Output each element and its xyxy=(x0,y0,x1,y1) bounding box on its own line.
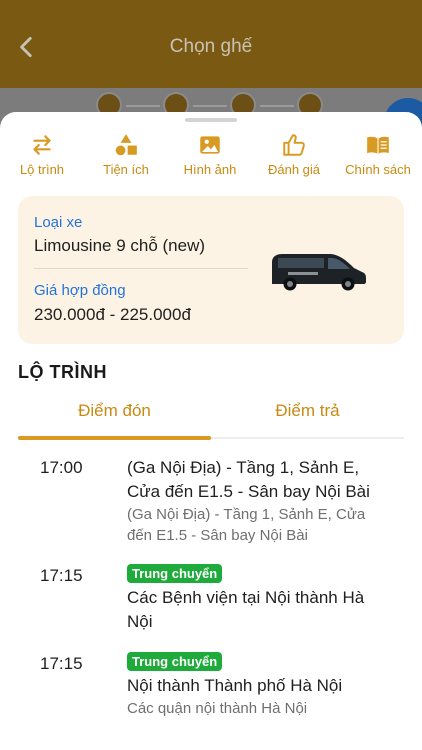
tab-reviews[interactable]: Đánh giá xyxy=(252,132,336,194)
stop-name: Nội thành Thành phố Hà Nội xyxy=(127,676,343,695)
vehicle-type-value: Limousine 9 chỗ (new) xyxy=(34,236,206,255)
info-tabs: Lộ trình Tiện ích Hình ảnh Đánh giá Chín… xyxy=(0,132,422,194)
price-label: Giá hợp đồng xyxy=(34,282,126,299)
thumbs-up-icon xyxy=(283,134,305,156)
vehicle-type-label: Loại xe xyxy=(34,214,83,231)
stop-time: 17:15 xyxy=(40,654,83,673)
price-value: 230.000đ - 225.000đ xyxy=(34,305,191,324)
stop-details: Trung chuyển Nội thành Thành phố Hà Nội … xyxy=(127,652,392,719)
card-divider xyxy=(34,268,248,269)
stop-time: 17:15 xyxy=(40,566,83,585)
step-connector xyxy=(193,105,227,107)
tab-amenities-label: Tiện ích xyxy=(103,162,149,177)
tab-reviews-label: Đánh giá xyxy=(267,162,321,177)
tab-policy-label: Chính sách xyxy=(345,162,411,177)
route-tabs: Điểm đón Điểm trả xyxy=(18,396,404,442)
step-connector xyxy=(260,105,294,107)
transfer-badge: Trung chuyển xyxy=(127,564,223,583)
stop-details: (Ga Nội Địa) - Tầng 1, Sảnh E, Cửa đến E… xyxy=(127,456,392,546)
stop-time: 17:00 xyxy=(40,458,83,477)
transfer-badge: Trung chuyển xyxy=(127,652,223,671)
amenities-shapes-icon xyxy=(115,134,137,156)
tab-route-label: Lộ trình xyxy=(19,162,65,177)
detail-sheet: Lộ trình Tiện ích Hình ảnh Đánh giá Chín… xyxy=(0,112,422,750)
stop-name: Các Bệnh viện tại Nội thành Hà Nội xyxy=(127,588,365,631)
vehicle-card: Loại xe Limousine 9 chỗ (new) Giá hợp đồ… xyxy=(18,196,404,344)
stop-address: Các quận nội thành Hà Nội xyxy=(127,700,308,717)
tab-amenities[interactable]: Tiện ích xyxy=(84,132,168,194)
stop-address: (Ga Nội Địa) - Tầng 1, Sảnh E, Cửa đến E… xyxy=(127,506,366,544)
tab-pickup[interactable]: Điểm đón xyxy=(18,396,211,438)
tab-route[interactable]: Lộ trình xyxy=(0,132,84,194)
stop-name: (Ga Nội Địa) - Tầng 1, Sảnh E, Cửa đến E… xyxy=(127,458,370,501)
tab-dropoff[interactable]: Điểm trả xyxy=(211,396,404,438)
route-section-title: LỘ TRÌNH xyxy=(18,362,107,382)
active-tab-indicator xyxy=(18,436,211,440)
tab-images-label: Hình ảnh xyxy=(183,162,237,177)
image-icon xyxy=(200,136,220,154)
book-icon xyxy=(367,136,389,154)
route-arrows-icon xyxy=(33,135,51,155)
tab-images[interactable]: Hình ảnh xyxy=(168,132,252,194)
sheet-drag-handle[interactable] xyxy=(185,118,237,122)
tab-policy[interactable]: Chính sách xyxy=(336,132,420,194)
page-title: Chọn ghế xyxy=(169,36,253,57)
limousine-van-image xyxy=(272,254,366,291)
app-bar: Chọn ghế xyxy=(0,0,422,88)
step-connector xyxy=(126,105,160,107)
stop-details: Trung chuyển Các Bệnh viện tại Nội thành… xyxy=(127,564,392,634)
